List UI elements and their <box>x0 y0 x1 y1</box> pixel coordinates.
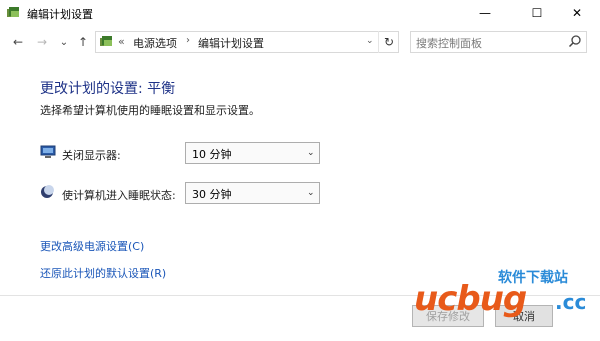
chevron-down-icon[interactable]: ⌄ <box>307 148 315 158</box>
minimize-button[interactable]: — <box>462 0 508 26</box>
sleep-value: 30 分钟 <box>192 188 232 201</box>
moon-icon <box>41 185 54 198</box>
watermark-logo: ucbug <box>414 279 527 319</box>
monitor-icon <box>40 145 56 158</box>
recent-locations-dropdown[interactable]: ⌄ <box>56 34 72 50</box>
search-input[interactable]: 搜索控制面板 <box>416 35 482 51</box>
close-button[interactable]: ✕ <box>554 0 600 26</box>
forward-button[interactable]: → <box>34 34 50 50</box>
breadcrumb-separator[interactable]: › <box>186 35 190 46</box>
control-panel-icon <box>100 36 112 46</box>
turn-off-display-value: 10 分钟 <box>192 148 232 161</box>
page-subtitle: 选择希望计算机使用的睡眠设置和显示设置。 <box>40 104 260 117</box>
breadcrumb-overflow[interactable]: « <box>118 35 125 48</box>
breadcrumb-power-options[interactable]: 电源选项 <box>133 35 177 51</box>
up-button[interactable]: ↑ <box>75 34 91 50</box>
advanced-power-settings-link[interactable]: 更改高级电源设置(C) <box>40 238 144 254</box>
chevron-down-icon[interactable]: ⌄ <box>307 188 315 198</box>
address-dropdown-chevron-icon[interactable]: ⌄ <box>366 36 374 46</box>
sleep-label: 使计算机进入睡眠状态: <box>62 189 176 202</box>
refresh-button[interactable]: ↻ <box>378 31 399 53</box>
watermark-suffix: .cc <box>555 290 587 314</box>
page-title: 更改计划的设置: 平衡 <box>40 81 176 97</box>
turn-off-display-label: 关闭显示器: <box>62 149 121 162</box>
back-button[interactable]: ← <box>10 34 26 50</box>
breadcrumb-edit-plan-settings[interactable]: 编辑计划设置 <box>198 35 264 51</box>
search-icon[interactable] <box>568 34 582 48</box>
turn-off-display-select[interactable]: 10 分钟 <box>185 142 320 164</box>
window-title: 编辑计划设置 <box>27 8 93 21</box>
restore-defaults-link[interactable]: 还原此计划的默认设置(R) <box>40 265 166 281</box>
power-options-app-icon <box>7 7 19 17</box>
sleep-select[interactable]: 30 分钟 <box>185 182 320 204</box>
